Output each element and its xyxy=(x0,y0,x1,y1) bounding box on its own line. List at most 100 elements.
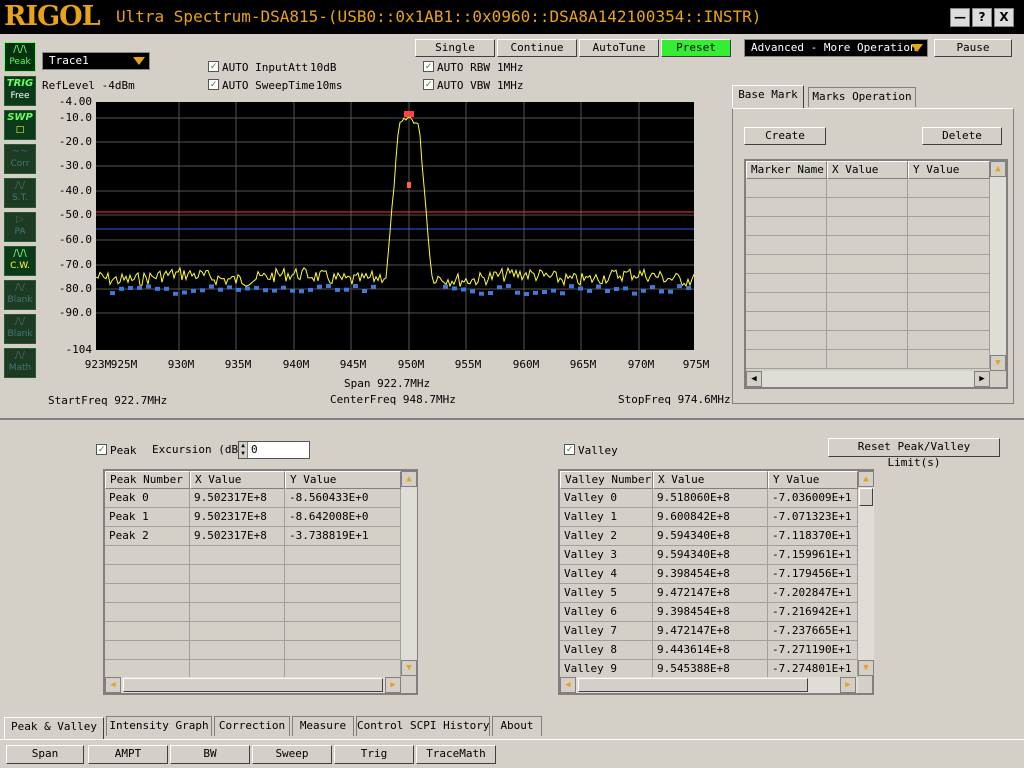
close-button[interactable]: X xyxy=(994,8,1014,27)
auto-rbw-checkbox[interactable]: ✓ xyxy=(423,61,434,72)
tab-about[interactable]: About xyxy=(492,716,542,736)
table-row[interactable]: Valley 2 xyxy=(560,527,653,546)
scroll-down-icon[interactable]: ▼ xyxy=(858,660,874,676)
table-row[interactable]: -7.071323E+1 xyxy=(768,508,858,527)
scroll-down-icon[interactable]: ▼ xyxy=(401,660,417,676)
column-header[interactable]: Valley Number xyxy=(560,471,653,489)
table-row[interactable]: -7.179456E+1 xyxy=(768,565,858,584)
table-row[interactable]: 9.594340E+8 xyxy=(653,546,768,565)
column-header[interactable]: Y Value xyxy=(285,471,401,489)
table-row[interactable]: 9.443614E+8 xyxy=(653,641,768,660)
table-row[interactable]: Peak 2 xyxy=(105,527,190,546)
table-row[interactable]: -7.271190E+1 xyxy=(768,641,858,660)
column-header[interactable]: Y Value xyxy=(908,161,990,179)
valley-vertical-scrollbar[interactable]: ▲ ▼ xyxy=(858,471,874,676)
table-row[interactable]: 9.398454E+8 xyxy=(653,603,768,622)
tab-peak-valley[interactable]: Peak & Valley xyxy=(4,717,104,740)
table-row[interactable]: -7.036009E+1 xyxy=(768,489,858,508)
auto-input-att-checkbox[interactable]: ✓ xyxy=(208,61,219,72)
scroll-right-icon[interactable]: ▶ xyxy=(974,371,990,387)
sidebar-item-math[interactable]: /\/ Math xyxy=(4,348,36,378)
sidebar-item-blank-2[interactable]: /\/ Blank xyxy=(4,314,36,344)
scroll-thumb[interactable] xyxy=(859,488,873,506)
pause-button[interactable]: Pause xyxy=(934,39,1012,57)
autotune-button[interactable]: AutoTune xyxy=(579,39,659,57)
table-row[interactable]: 9.594340E+8 xyxy=(653,527,768,546)
table-row[interactable]: -7.237665E+1 xyxy=(768,622,858,641)
column-header[interactable]: X Value xyxy=(190,471,285,489)
footer-button-ampt[interactable]: AMPT xyxy=(88,745,168,764)
table-row[interactable]: Valley 0 xyxy=(560,489,653,508)
table-row[interactable]: -8.560433E+0 xyxy=(285,489,401,508)
single-button[interactable]: Single xyxy=(415,39,495,57)
scroll-thumb[interactable] xyxy=(578,678,808,692)
table-row[interactable]: Valley 8 xyxy=(560,641,653,660)
excursion-input[interactable]: ▲ ▼ 0 xyxy=(238,441,310,459)
column-header[interactable]: X Value xyxy=(827,161,908,179)
marker-vertical-scrollbar[interactable]: ▲ ▼ xyxy=(990,161,1006,371)
minimize-button[interactable]: — xyxy=(950,8,970,27)
column-header[interactable]: Marker Name xyxy=(746,161,827,179)
advanced-operation-select[interactable]: Advanced - More Operation xyxy=(744,39,928,57)
table-row[interactable]: -7.216942E+1 xyxy=(768,603,858,622)
table-row[interactable]: 9.472147E+8 xyxy=(653,584,768,603)
sidebar-item-blank-1[interactable]: /\/ Blank xyxy=(4,280,36,310)
table-row[interactable]: Valley 4 xyxy=(560,565,653,584)
table-row[interactable]: -7.118370E+1 xyxy=(768,527,858,546)
table-row[interactable]: Peak 0 xyxy=(105,489,190,508)
footer-button-trig[interactable]: Trig xyxy=(334,745,414,764)
footer-button-bw[interactable]: BW xyxy=(170,745,250,764)
scroll-left-icon[interactable]: ◀ xyxy=(105,677,121,693)
table-row[interactable]: -7.202847E+1 xyxy=(768,584,858,603)
auto-vbw-checkbox[interactable]: ✓ xyxy=(423,79,434,90)
sidebar-item-pa[interactable]: ▷ PA xyxy=(4,212,36,242)
scroll-down-icon[interactable]: ▼ xyxy=(990,355,1006,371)
sidebar-item-peak[interactable]: /\/\ Peak xyxy=(4,42,36,72)
tab-correction[interactable]: Correction xyxy=(214,716,290,736)
sidebar-item-corr[interactable]: ~~ Corr xyxy=(4,144,36,174)
peak-vertical-scrollbar[interactable]: ▲ ▼ xyxy=(401,471,417,676)
auto-sweep-time-checkbox[interactable]: ✓ xyxy=(208,79,219,90)
help-button[interactable]: ? xyxy=(972,8,992,27)
table-row[interactable]: -3.738819E+1 xyxy=(285,527,401,546)
table-row[interactable]: Valley 1 xyxy=(560,508,653,527)
tab-marks-operation[interactable]: Marks Operation xyxy=(808,87,916,107)
table-row[interactable]: Valley 3 xyxy=(560,546,653,565)
scroll-up-icon[interactable]: ▲ xyxy=(858,471,874,487)
tab-measure[interactable]: Measure xyxy=(292,716,354,736)
stepper-icon[interactable]: ▲ ▼ xyxy=(239,442,248,458)
table-row[interactable]: -7.159961E+1 xyxy=(768,546,858,565)
table-row[interactable]: 9.502317E+8 xyxy=(190,527,285,546)
marker-horizontal-scrollbar[interactable]: ◀ ▶ xyxy=(746,371,990,387)
table-row[interactable]: 9.502317E+8 xyxy=(190,508,285,527)
column-header[interactable]: X Value xyxy=(653,471,768,489)
scroll-right-icon[interactable]: ▶ xyxy=(385,677,401,693)
footer-button-sweep[interactable]: Sweep xyxy=(252,745,332,764)
column-header[interactable]: Y Value xyxy=(768,471,858,489)
tab-base-mark[interactable]: Base Mark xyxy=(732,85,804,108)
scroll-left-icon[interactable]: ◀ xyxy=(746,371,762,387)
continue-button[interactable]: Continue xyxy=(497,39,577,57)
scroll-up-icon[interactable]: ▲ xyxy=(990,161,1006,177)
delete-marker-button[interactable]: Delete xyxy=(922,127,1002,145)
scroll-thumb[interactable] xyxy=(123,678,383,692)
table-row[interactable]: -8.642008E+0 xyxy=(285,508,401,527)
table-row[interactable]: Valley 7 xyxy=(560,622,653,641)
footer-button-tracemath[interactable]: TraceMath xyxy=(416,745,496,764)
sidebar-item-cw[interactable]: /\/\ C.W. xyxy=(4,246,36,276)
table-row[interactable]: 9.600842E+8 xyxy=(653,508,768,527)
scroll-up-icon[interactable]: ▲ xyxy=(401,471,417,487)
peak-horizontal-scrollbar[interactable]: ◀ ▶ xyxy=(105,677,401,693)
table-row[interactable]: 9.398454E+8 xyxy=(653,565,768,584)
table-row[interactable]: Valley 6 xyxy=(560,603,653,622)
footer-button-span[interactable]: Span xyxy=(6,745,84,764)
valley-horizontal-scrollbar[interactable]: ◀ ▶ xyxy=(560,677,858,693)
table-row[interactable]: Peak 1 xyxy=(105,508,190,527)
sidebar-item-trig[interactable]: TRIG Free xyxy=(4,76,36,106)
table-row[interactable]: 9.502317E+8 xyxy=(190,489,285,508)
table-row[interactable]: 9.518060E+8 xyxy=(653,489,768,508)
table-row[interactable]: 9.472147E+8 xyxy=(653,622,768,641)
reset-peak-valley-button[interactable]: Reset Peak/Valley Limit(s) xyxy=(828,438,1000,469)
column-header[interactable]: Peak Number xyxy=(105,471,190,489)
valley-enable-checkbox[interactable]: ✓ xyxy=(564,444,575,455)
